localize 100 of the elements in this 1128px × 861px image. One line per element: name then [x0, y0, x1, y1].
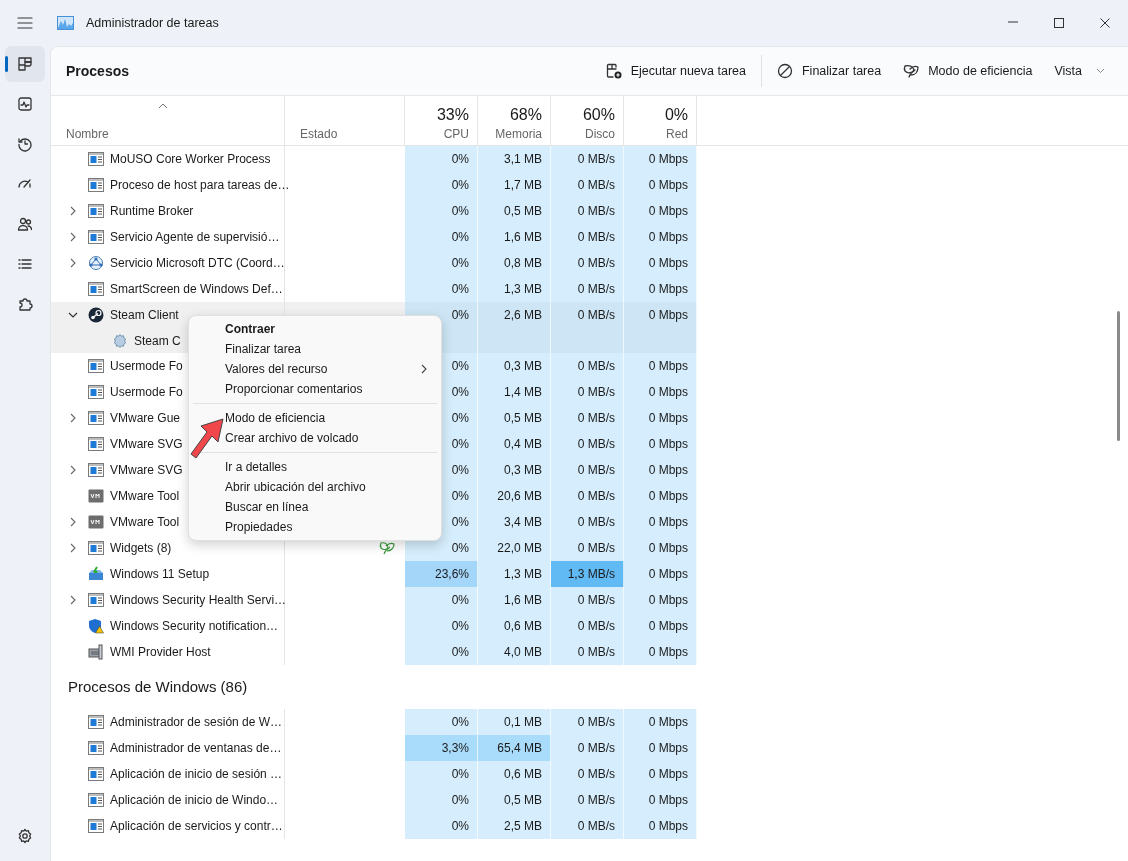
metric-cell: 0 Mbps [624, 587, 697, 613]
process-name: MoUSO Core Worker Process [110, 151, 271, 168]
metric-cell: 0 MB/s [551, 639, 624, 665]
metric-cell: 0% [405, 224, 478, 250]
metric-cell: 20,6 MB [478, 483, 551, 509]
metric-cell: 0 MB/s [551, 146, 624, 172]
metric-cell: 0 MB/s [551, 509, 624, 535]
metric-cell: 1,6 MB [478, 587, 551, 613]
metric-cell: 1,3 MB [478, 561, 551, 587]
metric-cell: 1,6 MB [478, 224, 551, 250]
metric-cell: 0% [405, 250, 478, 276]
metric-cell: 0 MB/s [551, 535, 624, 561]
metric-cell: 0% [405, 198, 478, 224]
metric-cell: 0 MB/s [551, 483, 624, 509]
process-name: Servicio Microsoft DTC (Coord… [110, 255, 285, 272]
metric-cell: 2,5 MB [478, 813, 551, 839]
metric-cell: 0 Mbps [624, 813, 697, 839]
metric-cell: 0,3 MB [478, 457, 551, 483]
process-name: WMI Provider Host [110, 644, 211, 661]
process-name: Usermode Fo [110, 358, 183, 375]
metric-cell: 0 Mbps [624, 787, 697, 813]
metric-cell: 3,1 MB [478, 146, 551, 172]
metric-cell: 0 Mbps [624, 509, 697, 535]
metric-cell: 0 MB/s [551, 353, 624, 379]
metric-cell: 0,6 MB [478, 761, 551, 787]
window-title: Administrador de tareas [86, 14, 219, 32]
column-usage: 33% [436, 105, 469, 125]
page-title: Procesos [66, 61, 130, 81]
metric-cell: 0 MB/s [551, 761, 624, 787]
process-name: Administrador de ventanas de… [110, 740, 282, 757]
metric-cell: 0,5 MB [478, 405, 551, 431]
process-name: Aplicación de servicios y contr… [110, 818, 283, 835]
metric-cell: 65,4 MB [478, 735, 551, 761]
process-name: VMware SVG [110, 462, 183, 479]
metric-cell: 0 Mbps [624, 198, 697, 224]
metric-cell: 0 MB/s [551, 735, 624, 761]
metric-cell: 0 Mbps [624, 761, 697, 787]
metric-cell: 0 Mbps [624, 224, 697, 250]
metric-cell: 0,4 MB [478, 431, 551, 457]
process-name: SmartScreen de Windows Def… [110, 281, 283, 298]
process-name: Servicio Agente de supervisió… [110, 229, 280, 246]
process-name: Administrador de sesión de W… [110, 714, 283, 731]
metric-cell: 0% [405, 639, 478, 665]
metric-cell: 22,0 MB [478, 535, 551, 561]
metric-cell: 0,5 MB [478, 787, 551, 813]
column-usage: 60% [582, 105, 615, 125]
process-name: Windows 11 Setup [110, 566, 210, 583]
metric-cell: 0 MB/s [551, 224, 624, 250]
metric-cell: 4,0 MB [478, 639, 551, 665]
metric-cell: 0 Mbps [624, 639, 697, 665]
column-usage: 68% [509, 105, 542, 125]
metric-cell: 0% [405, 813, 478, 839]
metric-cell: 0 Mbps [624, 431, 697, 457]
metric-cell: 0 Mbps [624, 250, 697, 276]
metric-cell: 3,4 MB [478, 509, 551, 535]
process-name: Runtime Broker [110, 203, 194, 220]
metric-cell: 0% [405, 761, 478, 787]
process-name: Aplicación de inicio de sesión … [110, 766, 283, 783]
metric-cell: 0 Mbps [624, 405, 697, 431]
metric-cell: 0 Mbps [624, 379, 697, 405]
metric-cell: 0 Mbps [624, 457, 697, 483]
metric-cell: 0% [405, 172, 478, 198]
metric-cell: 0 MB/s [551, 787, 624, 813]
metric-cell: 0 MB/s [551, 379, 624, 405]
metric-cell: 0 MB/s [551, 198, 624, 224]
metric-cell: 0,5 MB [478, 198, 551, 224]
metric-cell: 1,7 MB [478, 172, 551, 198]
process-name: VMware Gue [110, 410, 181, 427]
process-name: VMware Tool [110, 514, 180, 531]
metric-cell: 0 Mbps [624, 146, 697, 172]
metric-cell: 0 Mbps [624, 535, 697, 561]
metric-cell: 0,6 MB [478, 613, 551, 639]
process-name: Windows Security Health Servi… [110, 592, 287, 609]
metric-cell: 0% [405, 787, 478, 813]
process-name: VMware SVG [110, 436, 183, 453]
metric-cell: 0 MB/s [551, 276, 624, 302]
process-name: Steam C [134, 332, 181, 350]
metric-cell: 0 Mbps [624, 613, 697, 639]
metric-cell: 0 Mbps [624, 276, 697, 302]
metric-cell: 0 Mbps [624, 709, 697, 735]
metric-cell: 0 Mbps [624, 353, 697, 379]
metric-cell: 0 MB/s [551, 613, 624, 639]
process-name: Usermode Fo [110, 384, 183, 401]
metric-cell: 0 MB/s [551, 250, 624, 276]
metric-cell: 0,1 MB [478, 709, 551, 735]
metric-cell: 0 MB/s [551, 405, 624, 431]
metric-cell: 0 MB/s [551, 709, 624, 735]
process-name: VMware Tool [110, 488, 180, 505]
metric-cell: 0% [405, 276, 478, 302]
metric-cell: 0 MB/s [551, 302, 624, 328]
group-header: Procesos de Windows (86) [67, 676, 248, 697]
metric-cell: 0 MB/s [551, 457, 624, 483]
metric-cell: 0 Mbps [624, 483, 697, 509]
process-name: Widgets (8) [110, 540, 172, 557]
metric-cell: 0 MB/s [551, 431, 624, 457]
metric-cell: 0 MB/s [551, 813, 624, 839]
metric-cell: 0% [405, 709, 478, 735]
metric-cell: 1,4 MB [478, 379, 551, 405]
metric-cell: 0 Mbps [624, 735, 697, 761]
metric-cell: 0% [405, 146, 478, 172]
